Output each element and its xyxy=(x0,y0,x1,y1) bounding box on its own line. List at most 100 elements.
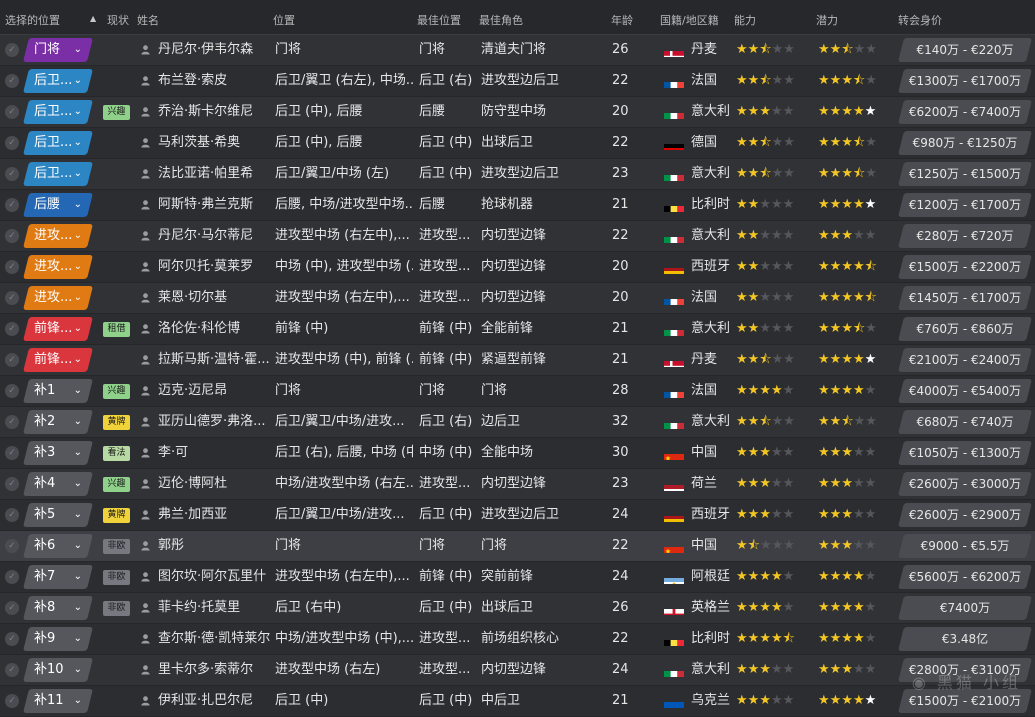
player-name[interactable]: 莱恩·切尔基 xyxy=(158,283,270,313)
player-name[interactable]: 迈克·迈尼昂 xyxy=(158,376,270,406)
table-row[interactable]: ✓ 进攻...⌄ 莱恩·切尔基 进攻型中场 (右左中),... 进攻型... 内… xyxy=(0,283,1035,314)
header-transfer-value[interactable]: 转会身价 xyxy=(898,12,942,28)
table-row[interactable]: ✓ 后卫...⌄ 布兰登·索皮 后卫/翼卫 (右左), 中场... 后卫 (右)… xyxy=(0,66,1035,97)
player-name[interactable]: 阿尔贝托·莫莱罗 xyxy=(158,252,270,282)
header-best-role[interactable]: 最佳角色 xyxy=(479,12,523,28)
position-selector[interactable]: 补10⌄ xyxy=(23,658,93,682)
position-selector[interactable]: 前锋...⌄ xyxy=(23,348,93,372)
chevron-down-icon[interactable]: ⌄ xyxy=(74,658,82,682)
chevron-down-icon[interactable]: ⌄ xyxy=(74,38,82,62)
table-row[interactable]: ✓ 进攻...⌄ 丹尼尔·马尔蒂尼 进攻型中场 (右左中),... 进攻型...… xyxy=(0,221,1035,252)
select-checkbox[interactable]: ✓ xyxy=(5,136,19,150)
chevron-down-icon[interactable]: ⌄ xyxy=(74,534,82,558)
table-row[interactable]: ✓ 补1⌄ 兴趣 迈克·迈尼昂 门将 门将 门将 28 法国 ★★★★★ ★★★… xyxy=(0,376,1035,407)
table-row[interactable]: ✓ 后腰⌄ 阿斯特·弗兰克斯 后腰, 中场/进攻型中场... 后腰 抢球机器 2… xyxy=(0,190,1035,221)
chevron-down-icon[interactable]: ⌄ xyxy=(74,379,82,403)
chevron-down-icon[interactable]: ⌄ xyxy=(74,689,82,713)
chevron-down-icon[interactable]: ⌄ xyxy=(74,441,82,465)
table-row[interactable]: ✓ 进攻...⌄ 阿尔贝托·莫莱罗 中场 (中), 进攻型中场 (... 进攻型… xyxy=(0,252,1035,283)
header-nationality[interactable]: 国籍/地区籍 xyxy=(660,12,719,28)
player-name[interactable]: 菲卡约·托莫里 xyxy=(158,593,270,623)
chevron-down-icon[interactable]: ⌄ xyxy=(74,224,82,248)
position-selector[interactable]: 后卫...⌄ xyxy=(23,131,93,155)
select-checkbox[interactable]: ✓ xyxy=(5,167,19,181)
player-name[interactable]: 拉斯马斯·温特·霍... xyxy=(158,345,270,375)
select-checkbox[interactable]: ✓ xyxy=(5,632,19,646)
chevron-down-icon[interactable]: ⌄ xyxy=(74,317,82,341)
select-checkbox[interactable]: ✓ xyxy=(5,198,19,212)
select-checkbox[interactable]: ✓ xyxy=(5,446,19,460)
select-checkbox[interactable]: ✓ xyxy=(5,43,19,57)
table-row[interactable]: ✓ 补11⌄ 伊利亚·扎巴尔尼 后卫 (中) 后卫 (中) 中后卫 21 乌克兰… xyxy=(0,686,1035,717)
header-best-position[interactable]: 最佳位置 xyxy=(417,12,461,28)
player-name[interactable]: 洛伦佐·科伦博 xyxy=(158,314,270,344)
position-selector[interactable]: 后卫...⌄ xyxy=(23,162,93,186)
player-name[interactable]: 郭彤 xyxy=(158,531,270,561)
position-selector[interactable]: 门将⌄ xyxy=(23,38,93,62)
select-checkbox[interactable]: ✓ xyxy=(5,663,19,677)
player-name[interactable]: 乔治·斯卡尔维尼 xyxy=(158,97,270,127)
header-status[interactable]: 现状 xyxy=(107,12,129,28)
table-row[interactable]: ✓ 补3⌄ 看法 李·可 后卫 (右), 后腰, 中场 (中) 中场 (中) 全… xyxy=(0,438,1035,469)
position-selector[interactable]: 补3⌄ xyxy=(23,441,93,465)
header-potential[interactable]: 潜力 xyxy=(816,12,838,28)
position-selector[interactable]: 进攻...⌄ xyxy=(23,255,93,279)
player-name[interactable]: 丹尼尔·马尔蒂尼 xyxy=(158,221,270,251)
chevron-down-icon[interactable]: ⌄ xyxy=(74,193,82,217)
player-name[interactable]: 法比亚诺·帕里希 xyxy=(158,159,270,189)
position-selector[interactable]: 后卫...⌄ xyxy=(23,100,93,124)
table-row[interactable]: ✓ 后卫...⌄ 兴趣 乔治·斯卡尔维尼 后卫 (中), 后腰 后腰 防守型中场… xyxy=(0,97,1035,128)
position-selector[interactable]: 补6⌄ xyxy=(23,534,93,558)
table-row[interactable]: ✓ 补2⌄ 黄牌 亚历山德罗·弗洛... 后卫/翼卫/中场/进攻... 后卫 (… xyxy=(0,407,1035,438)
player-name[interactable]: 迈伦·博阿杜 xyxy=(158,469,270,499)
chevron-down-icon[interactable]: ⌄ xyxy=(74,503,82,527)
select-checkbox[interactable]: ✓ xyxy=(5,229,19,243)
position-selector[interactable]: 补8⌄ xyxy=(23,596,93,620)
chevron-down-icon[interactable]: ⌄ xyxy=(74,348,82,372)
table-row[interactable]: ✓ 前锋...⌄ 租借 洛伦佐·科伦博 前锋 (中) 前锋 (中) 全能前锋 2… xyxy=(0,314,1035,345)
player-name[interactable]: 阿斯特·弗兰克斯 xyxy=(158,190,270,220)
table-row[interactable]: ✓ 补10⌄ 里卡尔多·索蒂尔 进攻型中场 (右左) 进攻型... 内切型边锋 … xyxy=(0,655,1035,686)
player-name[interactable]: 里卡尔多·索蒂尔 xyxy=(158,655,270,685)
table-row[interactable]: ✓ 补8⌄ 非欧 菲卡约·托莫里 后卫 (右中) 后卫 (中) 出球后卫 26 … xyxy=(0,593,1035,624)
player-name[interactable]: 伊利亚·扎巴尔尼 xyxy=(158,686,270,716)
position-selector[interactable]: 补1⌄ xyxy=(23,379,93,403)
position-selector[interactable]: 前锋...⌄ xyxy=(23,317,93,341)
header-selected-position[interactable]: 选择的位置 xyxy=(5,12,60,28)
player-name[interactable]: 李·可 xyxy=(158,438,270,468)
select-checkbox[interactable]: ✓ xyxy=(5,539,19,553)
player-name[interactable]: 布兰登·索皮 xyxy=(158,66,270,96)
chevron-down-icon[interactable]: ⌄ xyxy=(74,596,82,620)
select-checkbox[interactable]: ✓ xyxy=(5,570,19,584)
select-checkbox[interactable]: ✓ xyxy=(5,105,19,119)
chevron-down-icon[interactable]: ⌄ xyxy=(74,255,82,279)
sort-asc-icon[interactable]: ▲ xyxy=(90,14,96,23)
table-row[interactable]: ✓ 门将⌄ 丹尼尔·伊韦尔森 门将 门将 清道夫门将 26 丹麦 ★★⯪★★ ★… xyxy=(0,35,1035,66)
chevron-down-icon[interactable]: ⌄ xyxy=(74,565,82,589)
chevron-down-icon[interactable]: ⌄ xyxy=(74,472,82,496)
table-row[interactable]: ✓ 补6⌄ 非欧 郭彤 门将 门将 门将 22 中国 ★⯪★★★ ★★★★★ €… xyxy=(0,531,1035,562)
table-row[interactable]: ✓ 补9⌄ 查尔斯·德·凯特莱尔 中场/进攻型中场 (中),... 进攻型...… xyxy=(0,624,1035,655)
header-age[interactable]: 年龄 xyxy=(611,12,633,28)
position-selector[interactable]: 补5⌄ xyxy=(23,503,93,527)
select-checkbox[interactable]: ✓ xyxy=(5,291,19,305)
table-row[interactable]: ✓ 补5⌄ 黄牌 弗兰·加西亚 后卫/翼卫/中场/进攻... 后卫 (中) 进攻… xyxy=(0,500,1035,531)
position-selector[interactable]: 后腰⌄ xyxy=(23,193,93,217)
select-checkbox[interactable]: ✓ xyxy=(5,384,19,398)
position-selector[interactable]: 进攻...⌄ xyxy=(23,286,93,310)
position-selector[interactable]: 后卫...⌄ xyxy=(23,69,93,93)
chevron-down-icon[interactable]: ⌄ xyxy=(74,627,82,651)
chevron-down-icon[interactable]: ⌄ xyxy=(74,162,82,186)
select-checkbox[interactable]: ✓ xyxy=(5,694,19,708)
position-selector[interactable]: 补7⌄ xyxy=(23,565,93,589)
player-name[interactable]: 图尔坎·阿尔瓦里什 xyxy=(158,562,270,592)
header-ability[interactable]: 能力 xyxy=(734,12,756,28)
position-selector[interactable]: 补2⌄ xyxy=(23,410,93,434)
chevron-down-icon[interactable]: ⌄ xyxy=(74,100,82,124)
player-name[interactable]: 马利茨基·希奥 xyxy=(158,128,270,158)
player-name[interactable]: 亚历山德罗·弗洛... xyxy=(158,407,270,437)
select-checkbox[interactable]: ✓ xyxy=(5,415,19,429)
header-name[interactable]: 姓名 xyxy=(137,12,159,28)
select-checkbox[interactable]: ✓ xyxy=(5,74,19,88)
table-row[interactable]: ✓ 补4⌄ 兴趣 迈伦·博阿杜 中场/进攻型中场 (右左... 进攻型... 内… xyxy=(0,469,1035,500)
